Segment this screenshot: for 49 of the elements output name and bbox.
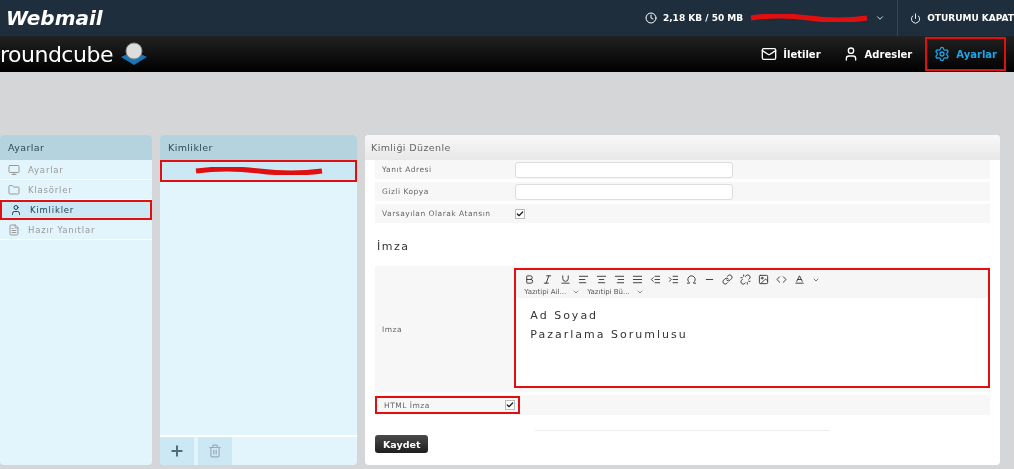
indent-icon[interactable] <box>668 274 680 285</box>
text-color-icon[interactable] <box>794 274 806 285</box>
align-center-icon[interactable] <box>596 274 608 285</box>
gear-icon <box>934 46 951 62</box>
bold-icon[interactable] <box>524 274 536 285</box>
link-icon[interactable] <box>722 274 734 285</box>
document-icon <box>8 223 20 236</box>
panel-title: Ayarlar <box>0 135 152 160</box>
caret-icon <box>572 288 581 296</box>
plus-icon <box>169 443 185 459</box>
input-field[interactable] <box>515 183 733 200</box>
sidebar-item[interactable]: Kimlikler <box>0 200 152 220</box>
italic-icon[interactable] <box>542 274 554 285</box>
add-button[interactable] <box>160 437 194 465</box>
caret-icon <box>635 288 644 296</box>
monitor-icon <box>8 163 20 176</box>
roundcube-logo-text: roundcube <box>0 41 113 67</box>
webmail-logo[interactable]: Webmail <box>6 6 103 30</box>
person-icon <box>10 204 22 216</box>
signature-text: Pazarlama Sorumlusu <box>530 327 689 343</box>
nav-button[interactable]: Adresler <box>833 37 922 71</box>
code-icon[interactable] <box>776 274 788 285</box>
caret-icon[interactable] <box>875 13 886 23</box>
quota-text: 2,18 KB / 50 MB <box>662 13 744 23</box>
envelope-icon <box>761 46 778 62</box>
nav-button[interactable]: İletiler <box>752 37 830 71</box>
outdent-icon[interactable] <box>650 274 662 285</box>
checkbox[interactable] <box>515 208 525 219</box>
align-left-icon[interactable] <box>578 274 590 285</box>
signature-text: Ad Soyad <box>530 308 600 324</box>
image-icon[interactable] <box>758 274 770 285</box>
panel-title: Kimlikler <box>160 135 357 160</box>
align-right-icon[interactable] <box>614 274 626 285</box>
logout-icon[interactable] <box>910 12 922 24</box>
justify-icon[interactable] <box>632 274 644 285</box>
nav-button[interactable]: Ayarlar <box>925 37 1006 71</box>
checkbox[interactable] <box>505 400 515 410</box>
save-button[interactable]: Kaydet <box>375 435 429 453</box>
folder-icon <box>8 183 20 196</box>
logout-link[interactable]: OTURUMU KAPAT <box>927 13 1014 23</box>
quota-pie-icon <box>644 12 657 24</box>
underline-icon[interactable] <box>560 274 572 285</box>
omega-icon[interactable] <box>686 274 698 285</box>
identity-row[interactable] <box>160 160 357 182</box>
input-field[interactable] <box>515 161 733 178</box>
trash-icon <box>208 444 222 458</box>
panel-title: Kimliği Düzenle <box>365 135 1000 160</box>
section-heading: İmza <box>376 239 411 255</box>
unlink-icon[interactable] <box>740 274 752 285</box>
